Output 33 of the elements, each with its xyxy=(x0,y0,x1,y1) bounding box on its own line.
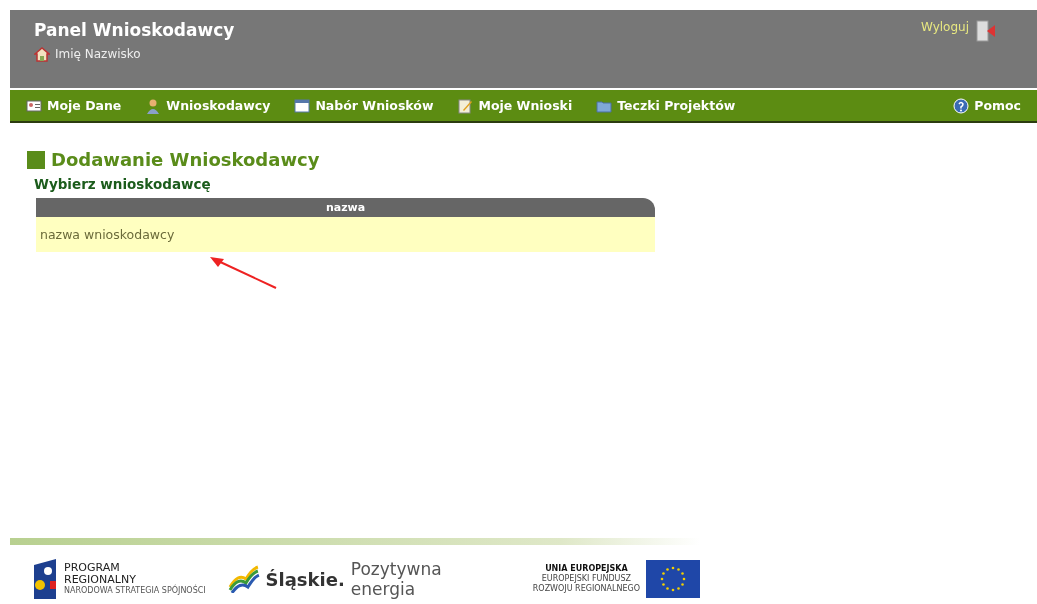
notepad-icon xyxy=(457,97,474,114)
id-card-icon xyxy=(26,97,42,114)
menu-item[interactable]: Moje Dane xyxy=(26,97,122,114)
logo-text: REGIONALNY xyxy=(64,574,137,586)
menu-item[interactable]: Moje Wnioski xyxy=(457,97,573,114)
help-icon xyxy=(953,97,970,114)
menu-item[interactable]: Teczki Projektów xyxy=(596,97,736,114)
square-icon xyxy=(27,150,45,169)
column-header: nazwa xyxy=(324,200,367,216)
logo-caption: NARODOWA STRATEGIA SPÓJNOŚCI xyxy=(64,586,206,596)
wave-stripes-icon xyxy=(227,565,260,593)
star-flag-icon xyxy=(32,559,58,599)
eu-flag-icon xyxy=(646,560,700,598)
table-cell[interactable]: nazwa wnioskodawcy xyxy=(36,227,179,242)
person-icon xyxy=(145,97,162,114)
arrow-annotation xyxy=(208,255,278,290)
page-title: Dodawanie Wnioskodawcy xyxy=(51,149,320,170)
user-name: Imię Nazwisko xyxy=(55,47,141,61)
panel-title: Panel Wnioskodawcy xyxy=(34,20,235,40)
house-icon xyxy=(34,46,50,62)
menu-item[interactable]: Nabór Wniosków xyxy=(294,97,434,114)
menu-item[interactable]: Pomoc xyxy=(953,97,1021,114)
menu-item[interactable]: Wnioskodawcy xyxy=(145,97,271,114)
logo-text: EUROPEJSKI FUNDUSZ xyxy=(541,574,631,584)
door-exit-icon[interactable] xyxy=(975,20,997,42)
slogan: Pozytywna energia xyxy=(350,559,443,599)
logo-text: UNIA EUROPEJSKA xyxy=(545,564,628,574)
logout-link[interactable]: Wyloguj xyxy=(921,20,969,34)
window-icon xyxy=(294,97,311,114)
logo-text: PROGRAM xyxy=(64,562,121,574)
section-heading: Wybierz wnioskodawcę xyxy=(34,176,212,192)
logo-text: Śląskie. xyxy=(265,568,345,590)
logo-text: ROZWOJU REGIONALNEGO xyxy=(532,584,640,594)
